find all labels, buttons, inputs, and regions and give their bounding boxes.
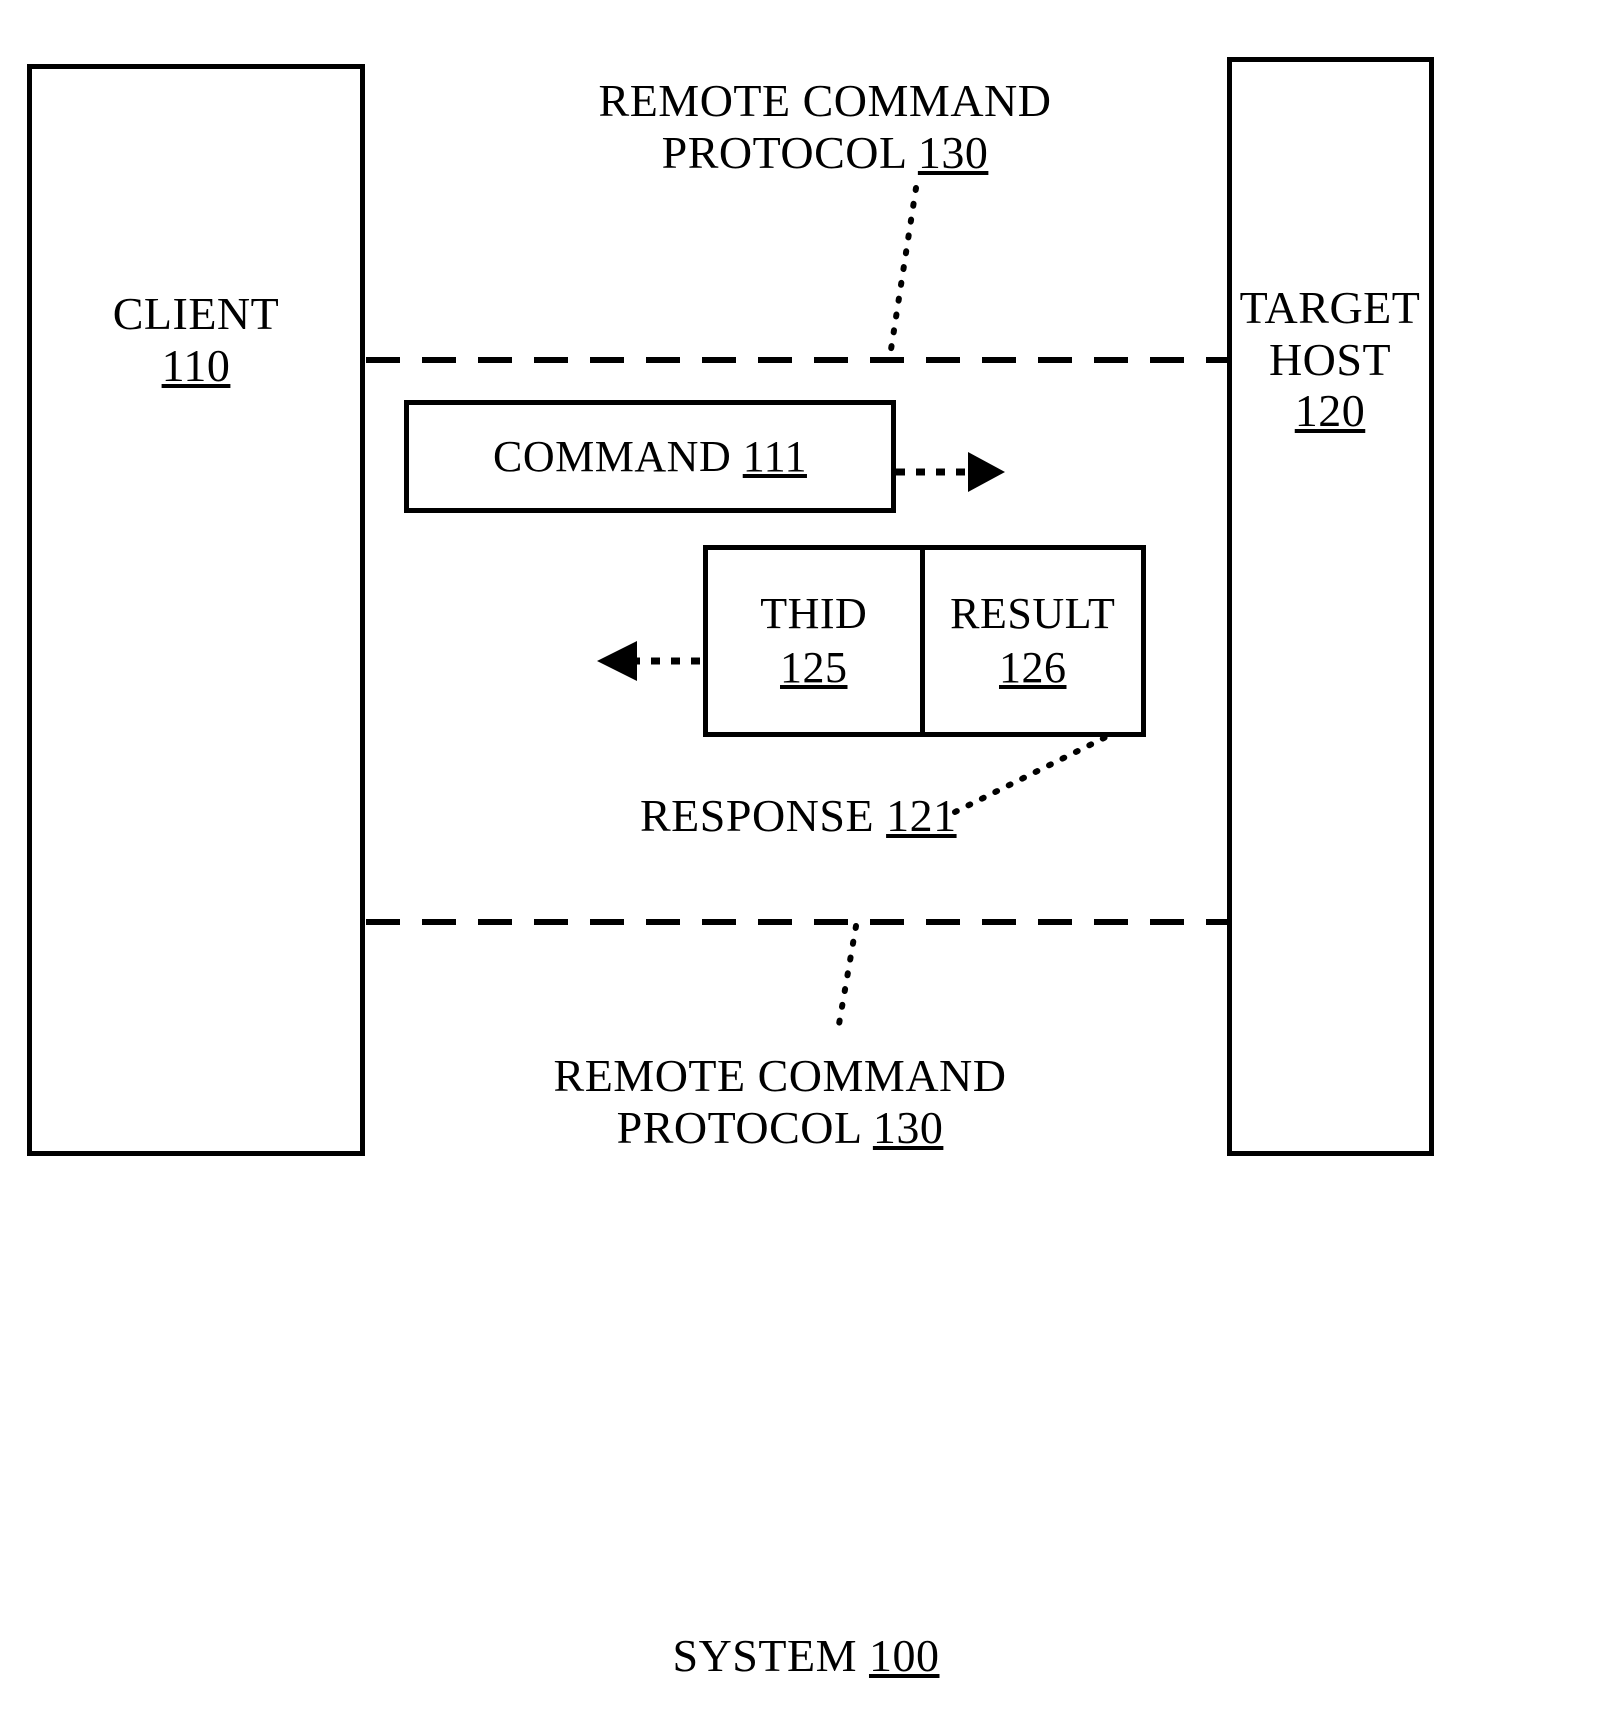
target-host-box [1227, 57, 1434, 1156]
protocol-bottom-label: REMOTE COMMAND PROTOCOL 130 [500, 1050, 1060, 1153]
protocol-top-line2-text: PROTOCOL [661, 126, 906, 178]
client-label: CLIENT 110 [27, 288, 365, 391]
thid-text: THID [760, 589, 868, 639]
client-label-line1: CLIENT [112, 288, 280, 339]
client-box [27, 64, 365, 1156]
target-host-label-line1: TARGET [1239, 282, 1421, 333]
protocol-bottom-line1: REMOTE COMMAND [553, 1050, 1007, 1101]
figure-caption-ref: 100 [868, 1630, 940, 1681]
result-text: RESULT [950, 589, 1116, 639]
protocol-top-leader [887, 185, 919, 359]
patent-figure-canvas: CLIENT 110 TARGET HOST 120 REMOTE COMMAN… [0, 0, 1613, 1717]
response-callout-text: RESPONSE [640, 790, 875, 841]
figure-caption: SYSTEM 100 [556, 1630, 1056, 1682]
figure-caption-text: SYSTEM [672, 1630, 857, 1681]
response-thid-cell: THID 125 [708, 550, 925, 732]
protocol-bottom-leader [835, 923, 859, 1033]
protocol-top-line2-ref: 130 [917, 126, 989, 178]
protocol-top-label: REMOTE COMMAND PROTOCOL 130 [545, 75, 1105, 178]
protocol-bottom-line2: PROTOCOL 130 [500, 1102, 1060, 1154]
target-host-label-ref: 120 [1294, 385, 1366, 437]
response-result-cell: RESULT 126 [925, 550, 1142, 732]
response-callout-label: RESPONSE 121 [640, 790, 1060, 842]
protocol-top-line1: REMOTE COMMAND [598, 75, 1052, 126]
thid-ref: 125 [780, 643, 848, 692]
protocol-bottom-line2-ref: 130 [872, 1101, 944, 1153]
command-box-label: COMMAND 111 [493, 430, 807, 484]
command-message-box: COMMAND 111 [404, 400, 896, 513]
target-host-label: TARGET HOST 120 [1180, 282, 1480, 437]
response-callout-ref: 121 [886, 790, 957, 841]
response-message-box: THID 125 RESULT 126 [703, 545, 1146, 737]
protocol-top-line2: PROTOCOL 130 [545, 127, 1105, 179]
result-ref: 126 [999, 643, 1067, 692]
command-box-text: COMMAND [493, 431, 732, 481]
command-box-ref: 111 [742, 431, 807, 481]
protocol-bottom-line2-text: PROTOCOL [616, 1101, 861, 1153]
response-arrowhead [597, 641, 637, 681]
client-label-ref: 110 [161, 339, 231, 391]
command-arrowhead [968, 452, 1005, 492]
target-host-label-line2: HOST [1268, 333, 1392, 385]
